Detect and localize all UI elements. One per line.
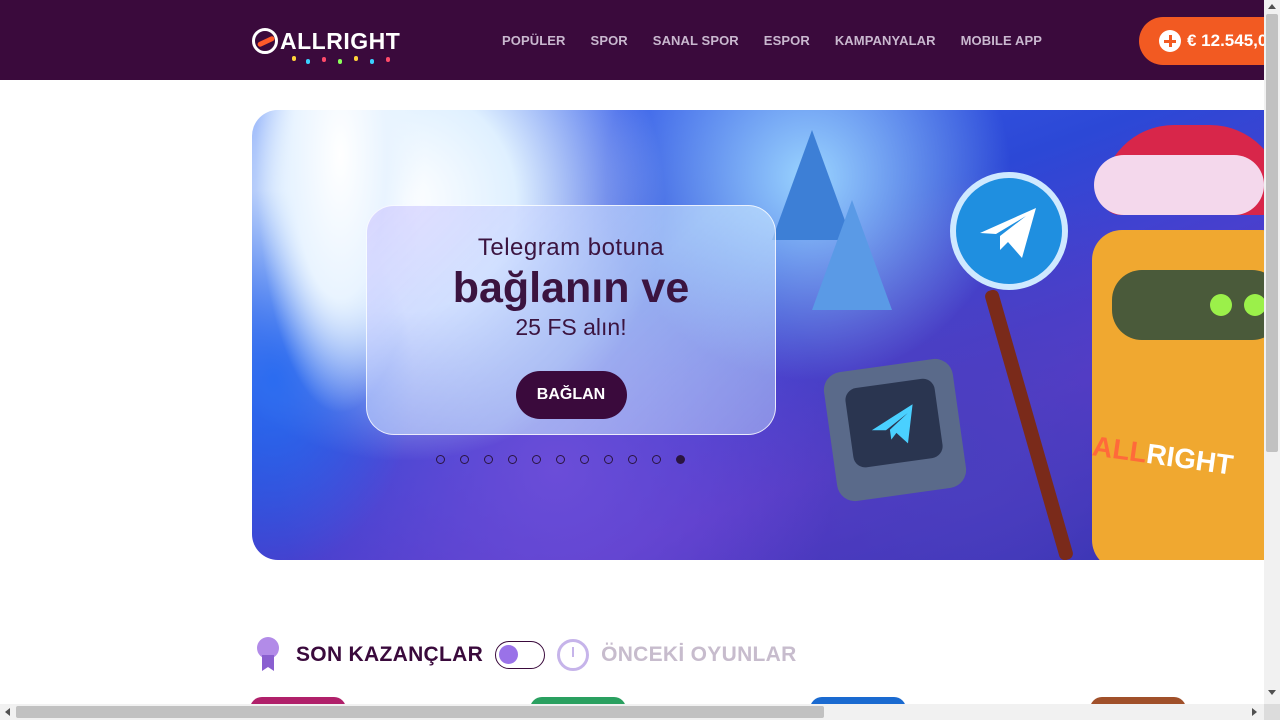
logo-text: ALLRIGHT: [280, 27, 401, 54]
carousel-dot[interactable]: [628, 455, 637, 464]
logo-ring-icon: [252, 28, 278, 54]
staff-image: [983, 288, 1075, 560]
scroll-down-arrow-icon[interactable]: [1268, 690, 1276, 695]
recent-wins-section: SON KAZANÇLAR ÖNCEKİ OYUNLAR: [256, 637, 797, 673]
carousel-dot[interactable]: [508, 455, 517, 464]
carousel-dot[interactable]: [532, 455, 541, 464]
connect-button[interactable]: BAĞLAN: [515, 371, 627, 419]
previous-games-title[interactable]: ÖNCEKİ OYUNLAR: [601, 643, 797, 667]
promo-banner-carousel[interactable]: ALLRIGHT Telegram botuna bağlanın ve 25 …: [252, 110, 1264, 560]
recent-wins-title[interactable]: SON KAZANÇLAR: [296, 643, 483, 667]
telegram-icon: [950, 172, 1068, 290]
toggle-knob: [499, 645, 519, 664]
nav-spor[interactable]: SPOR: [591, 33, 628, 48]
wins-toggle-switch[interactable]: [495, 641, 546, 669]
scroll-left-arrow-icon[interactable]: [5, 708, 10, 716]
clock-icon: [557, 639, 590, 671]
robot-eye: [1244, 294, 1264, 316]
robot-screen: [843, 377, 945, 469]
main-nav: POPÜLER SPOR SANAL SPOR ESPOR KAMPANYALA…: [502, 33, 1042, 48]
logo-lights-decoration: [288, 56, 398, 64]
promo-card: Telegram botuna bağlanın ve 25 FS alın! …: [366, 205, 776, 435]
carousel-dot[interactable]: [580, 455, 589, 464]
plus-circle-icon: [1159, 30, 1181, 52]
scroll-right-arrow-icon[interactable]: [1252, 708, 1257, 716]
vertical-scroll-thumb[interactable]: [1266, 14, 1278, 452]
robot-eye: [1210, 294, 1232, 316]
carousel-dot[interactable]: [484, 455, 493, 464]
allright-logo[interactable]: ALLRIGHT: [252, 18, 402, 64]
scrollbar-corner: [1264, 704, 1280, 720]
nav-sanal-spor[interactable]: SANAL SPOR: [653, 33, 739, 48]
carousel-dots: [436, 455, 685, 464]
tree-decoration: [812, 200, 892, 310]
vertical-scrollbar[interactable]: [1264, 0, 1280, 720]
carousel-dot[interactable]: [460, 455, 469, 464]
santa-hat-fur-image: [1094, 155, 1264, 215]
balance-deposit-button[interactable]: € 12.545,0: [1139, 17, 1280, 65]
nav-espor[interactable]: ESPOR: [764, 33, 810, 48]
medal-icon: [256, 637, 280, 673]
carousel-dot-active[interactable]: [676, 455, 685, 464]
promo-line-3: 25 FS alın!: [515, 314, 627, 340]
nav-populer[interactable]: POPÜLER: [502, 33, 566, 48]
promo-line-2: bağlanın ve: [452, 264, 690, 312]
promo-line-1: Telegram botuna: [477, 234, 665, 261]
nav-mobile-app[interactable]: MOBILE APP: [961, 33, 1042, 48]
scroll-up-arrow-icon[interactable]: [1268, 4, 1276, 9]
horizontal-scrollbar[interactable]: [0, 704, 1264, 720]
carousel-dot[interactable]: [556, 455, 565, 464]
horizontal-scroll-thumb[interactable]: [16, 706, 824, 718]
carousel-dot[interactable]: [604, 455, 613, 464]
robot-character-image: [1092, 230, 1264, 560]
robot-face: [1112, 270, 1264, 340]
nav-kampanyalar[interactable]: KAMPANYALAR: [835, 33, 936, 48]
balance-amount: € 12.545,0: [1187, 31, 1268, 50]
carousel-dot[interactable]: [652, 455, 661, 464]
telegram-robot-image: [821, 356, 969, 504]
carousel-dot[interactable]: [436, 455, 445, 464]
top-header: ALLRIGHT POPÜLER SPOR SANAL SPOR ESPOR K…: [0, 0, 1280, 80]
